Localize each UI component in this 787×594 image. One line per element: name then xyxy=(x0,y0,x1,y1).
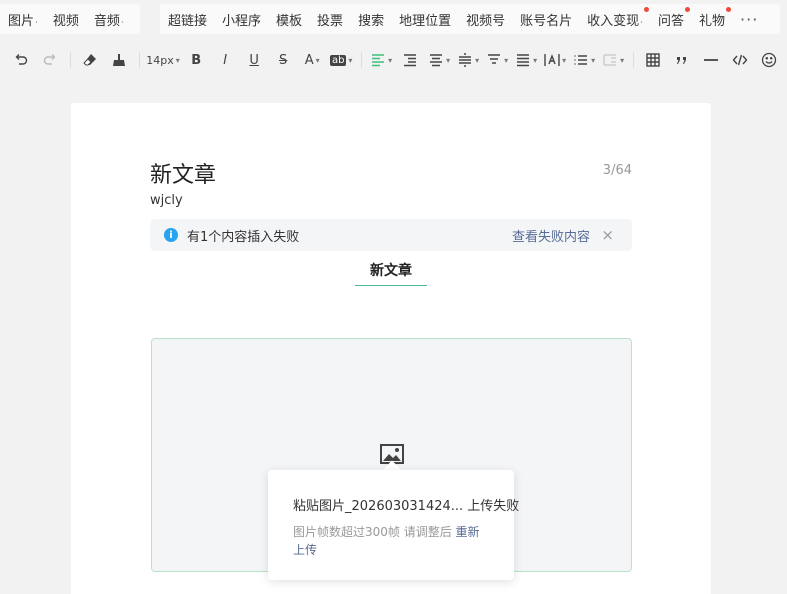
undo-icon[interactable] xyxy=(10,47,32,73)
toolbar-separator xyxy=(138,52,140,68)
view-failed-content-link[interactable]: 查看失败内容 xyxy=(512,226,590,245)
background-color-button[interactable]: ab ▾ xyxy=(329,47,352,73)
font-color-button[interactable]: A ▾ xyxy=(301,47,323,73)
menu-item-image[interactable]: 图片· xyxy=(8,10,38,29)
menu-item-mini-program[interactable]: 小程序 xyxy=(222,10,261,29)
title-char-counter: 3/64 xyxy=(602,163,632,178)
outdent-icon[interactable]: ▾ xyxy=(515,47,537,73)
insert-menu-content-group: 超链接 小程序 模板 投票 搜索 地理位置 视频号 账号名片 收入变现· 问答 … xyxy=(160,4,780,34)
code-icon[interactable] xyxy=(729,47,751,73)
bold-button[interactable]: B xyxy=(185,47,207,73)
menu-item-monetize[interactable]: 收入变现· xyxy=(587,6,650,29)
line-height-icon[interactable]: ▾ xyxy=(486,47,508,73)
menu-item-gift[interactable]: 礼物 xyxy=(699,6,732,29)
menu-item-audio[interactable]: 音频· xyxy=(94,10,124,29)
article-title-input[interactable]: 新文章 xyxy=(150,157,216,189)
align-center-icon[interactable]: ▾ xyxy=(428,47,450,73)
toolbar-separator xyxy=(361,52,363,68)
align-left-icon[interactable]: ▾ xyxy=(370,47,392,73)
content-heading[interactable]: 新文章 xyxy=(355,260,427,286)
upload-failure-title: 粘贴图片_202603031424... 上传失败 xyxy=(293,499,520,514)
border-style-icon[interactable]: ▾ xyxy=(602,47,624,73)
upload-failure-desc: 图片帧数超过300帧 请调整后 重新上传 xyxy=(293,525,480,557)
notice-text: 有1个内容插入失败 xyxy=(187,229,300,245)
insert-menu-media-group: 图片· 视频 音频· xyxy=(0,4,140,34)
emoji-icon[interactable] xyxy=(758,47,780,73)
more-icon[interactable]: ··· xyxy=(740,10,758,29)
table-icon[interactable] xyxy=(642,47,664,73)
indent-icon[interactable] xyxy=(399,47,421,73)
menu-item-vote[interactable]: 投票 xyxy=(317,10,343,29)
author-input[interactable]: wjcly xyxy=(150,193,183,208)
insert-failure-notice: i 有1个内容插入失败 查看失败内容 × xyxy=(150,219,632,251)
format-toolbar: 14px ▾ B I U S A ▾ ab ▾ ▾ ▾ ▾ ▾ ▾ ▾ ▾ ▾ xyxy=(0,40,787,80)
close-icon[interactable]: × xyxy=(601,226,614,244)
letter-spacing-icon[interactable]: ▾ xyxy=(544,47,566,73)
quote-icon[interactable] xyxy=(671,47,693,73)
info-icon: i xyxy=(164,228,178,242)
menu-item-search[interactable]: 搜索 xyxy=(358,10,384,29)
strikethrough-button[interactable]: S xyxy=(272,47,294,73)
new-badge-dot xyxy=(726,6,732,12)
paragraph-spacing-icon[interactable]: ▾ xyxy=(457,47,479,73)
menu-item-account-card[interactable]: 账号名片 xyxy=(520,10,572,29)
menu-item-template[interactable]: 模板 xyxy=(276,10,302,29)
toolbar-separator xyxy=(70,52,71,68)
insert-menu-bar: 图片· 视频 音频· 超链接 小程序 模板 投票 搜索 地理位置 视频号 账号名… xyxy=(0,0,787,38)
menu-item-location[interactable]: 地理位置 xyxy=(399,10,451,29)
new-badge-dot xyxy=(644,6,650,12)
upload-failure-popup: 粘贴图片_202603031424... 上传失败 图片帧数超过300帧 请调整… xyxy=(268,470,520,580)
italic-button[interactable]: I xyxy=(214,47,236,73)
redo-icon[interactable] xyxy=(39,47,61,73)
menu-item-hyperlink[interactable]: 超链接 xyxy=(168,10,207,29)
heading-text: 新文章 xyxy=(370,263,412,279)
divider-icon[interactable] xyxy=(700,47,722,73)
new-badge-dot xyxy=(685,6,691,12)
underline-button[interactable]: U xyxy=(243,47,265,73)
menu-item-video[interactable]: 视频 xyxy=(53,10,79,29)
list-icon[interactable]: ▾ xyxy=(573,47,595,73)
heading-underline xyxy=(355,285,427,286)
toolbar-separator xyxy=(633,52,634,68)
eraser-icon[interactable] xyxy=(79,47,101,73)
format-painter-icon[interactable] xyxy=(108,47,130,73)
menu-item-qa[interactable]: 问答 xyxy=(658,6,691,29)
font-size-select[interactable]: 14px ▾ xyxy=(146,47,180,73)
menu-item-channels[interactable]: 视频号 xyxy=(466,10,505,29)
